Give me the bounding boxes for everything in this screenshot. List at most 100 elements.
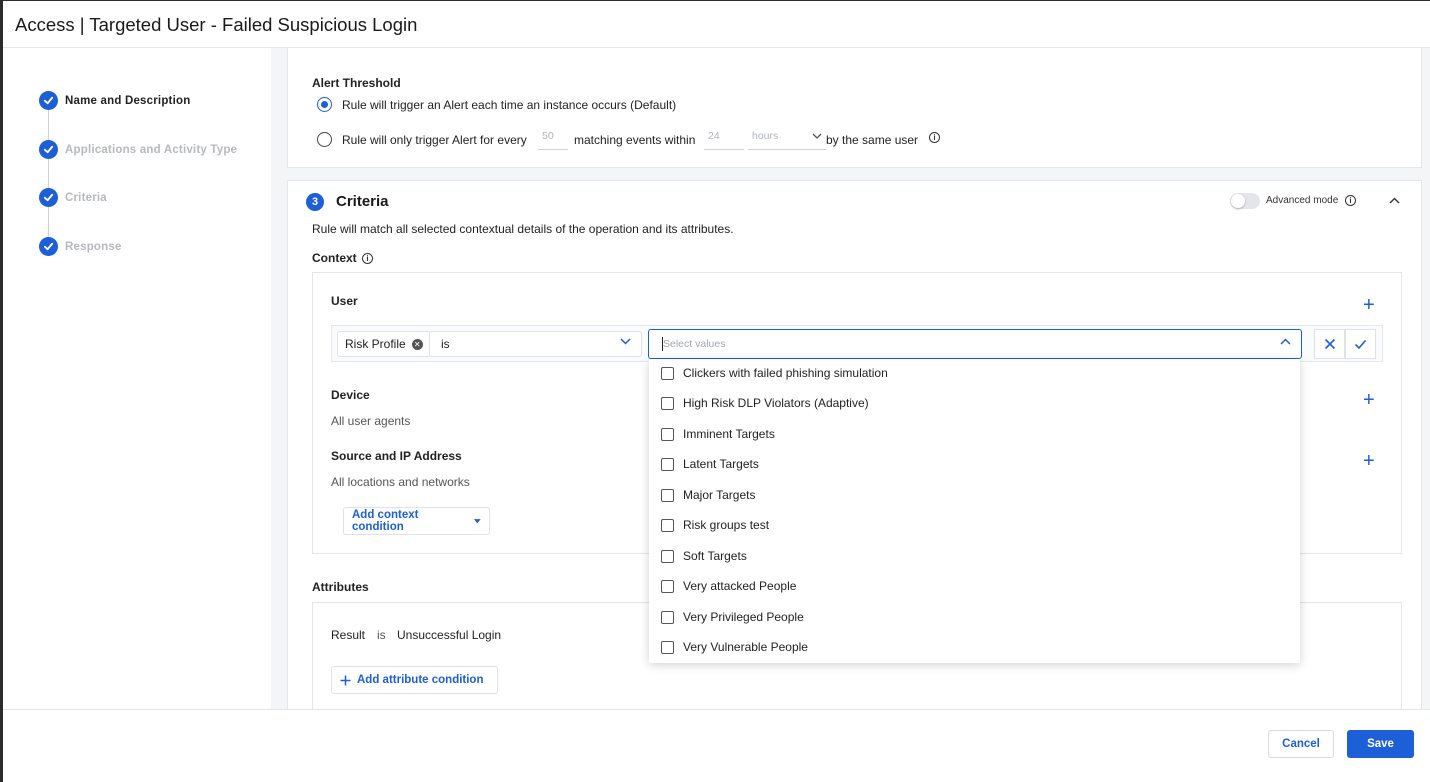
dropdown-option[interactable]: Clickers with failed phishing simulation [661,366,888,380]
risk-profile-chip: Risk Profile ✕ [337,331,431,357]
option-label: High Risk DLP Violators (Adaptive) [683,396,869,410]
dropdown-option[interactable]: Very Vulnerable People [661,640,808,654]
step-applications-and-activity-type[interactable]: Applications and Activity Type [39,140,237,159]
step-label: Criteria [65,191,107,204]
add-context-condition-button[interactable]: Add context condition [343,507,490,535]
footer-bar: Cancel Save [3,709,1430,782]
step-criteria[interactable]: Criteria [39,188,107,207]
events-count-input[interactable]: 50 [538,124,568,150]
add-context-label: Add context condition [352,509,419,533]
checkmark-icon [39,237,58,256]
radio-custom-middle: matching events within [574,133,696,147]
step-connector [48,207,49,241]
checkmark-icon [39,140,58,159]
dropdown-option[interactable]: Imminent Targets [661,427,775,441]
add-attribute-label: Add attribute condition [357,674,484,686]
step-number-badge: 3 [306,193,324,211]
user-condition-row: Risk Profile ✕ is Select values [331,325,1383,362]
advanced-mode-label: Advanced mode [1266,195,1339,206]
checkbox[interactable] [661,457,674,471]
step-response[interactable]: Response [39,237,122,256]
option-label: Clickers with failed phishing simulation [683,366,888,380]
add-user-condition-plus-icon[interactable]: + [1363,295,1375,315]
criteria-title: Criteria [336,193,389,210]
checkbox[interactable] [661,427,674,441]
plus-icon [340,675,351,685]
checkbox[interactable] [661,549,674,563]
time-unit-select[interactable]: hours [748,124,826,150]
step-label: Applications and Activity Type [65,143,238,156]
checkbox[interactable] [661,488,674,502]
checkmark-icon [39,188,58,207]
option-label: Very attacked People [683,579,797,593]
criteria-description: Rule will match all selected contextual … [312,222,734,236]
option-label: Very Privileged People [683,610,804,624]
dropdown-option[interactable]: Major Targets [661,488,755,502]
time-window-input[interactable]: 24 [704,124,744,150]
attribute-field: Result [331,628,366,642]
checkbox[interactable] [661,396,674,410]
checkbox[interactable] [661,579,674,593]
text-cursor [662,337,663,351]
dropdown-option[interactable]: Very Privileged People [661,610,804,624]
checkbox[interactable] [661,640,674,654]
checkbox[interactable] [661,366,674,380]
chevron-up-icon[interactable] [1280,338,1291,345]
alert-threshold-label: Alert Threshold [312,76,401,90]
info-icon[interactable]: i [929,132,940,143]
dropdown-option[interactable]: Risk groups test [661,518,769,532]
wizard-stepper: Name and Description Applications and Ac… [3,48,271,709]
add-attribute-condition-button[interactable]: Add attribute condition [331,666,498,694]
values-placeholder: Select values [663,338,726,350]
operator-value: is [441,337,450,351]
page-title: Access | Targeted User - Failed Suspicio… [15,14,418,35]
radio-default-trigger[interactable] [317,97,332,112]
step-label: Name and Description [65,94,191,107]
save-button[interactable]: Save [1347,730,1414,758]
radio-custom-suffix: by the same user [826,133,919,147]
add-source-condition-plus-icon[interactable]: + [1363,451,1375,471]
dropdown-option[interactable]: High Risk DLP Violators (Adaptive) [661,396,869,410]
add-device-condition-plus-icon[interactable]: + [1363,390,1375,410]
source-value: All locations and networks [331,475,470,489]
select-values-input[interactable]: Select values [648,329,1302,359]
confirm-condition-button[interactable] [1345,329,1376,359]
checkbox[interactable] [661,518,674,532]
dropdown-option[interactable]: Very attacked People [661,579,796,593]
attribute-value: Unsuccessful Login [397,628,502,642]
option-label: Risk groups test [683,518,770,532]
step-label: Response [65,240,122,253]
dropdown-option[interactable]: Latent Targets [661,457,759,471]
time-unit-value: hours [752,130,779,142]
app-window: Access | Targeted User - Failed Suspicio… [0,0,1430,782]
attribute-operator: is [377,628,386,642]
chip-label: Risk Profile [345,337,406,351]
radio-custom-trigger[interactable] [317,132,332,147]
close-icon [1324,338,1335,350]
info-icon[interactable]: i [362,253,373,264]
checkmark-icon [39,91,58,110]
checkbox[interactable] [661,610,674,624]
advanced-mode-toggle[interactable] [1230,193,1260,209]
cancel-condition-button[interactable] [1314,329,1345,359]
cancel-button[interactable]: Cancel [1268,730,1334,758]
risk-profile-values-dropdown: Clickers with failed phishing simulation… [649,359,1300,663]
option-label: Soft Targets [683,549,747,563]
info-icon[interactable]: i [1345,195,1356,206]
remove-chip-icon[interactable]: ✕ [411,338,423,350]
option-label: Major Targets [683,488,756,502]
step-name-and-description[interactable]: Name and Description [39,91,190,110]
chevron-down-icon [620,338,631,345]
radio-default-label: Rule will trigger an Alert each time an … [342,98,677,112]
option-label: Imminent Targets [683,427,775,441]
step-connector [48,110,49,142]
chevron-up-icon[interactable] [1389,197,1400,204]
operator-select[interactable]: is [429,331,642,357]
dropdown-option[interactable]: Soft Targets [661,549,747,563]
alert-threshold-card: Alert Threshold Rule will trigger an Ale… [287,48,1422,168]
device-section-label: Device [331,388,370,402]
source-section-label: Source and IP Address [331,449,462,463]
context-label: Context [312,251,357,265]
chevron-down-icon [812,133,822,139]
caret-down-icon [474,518,481,523]
